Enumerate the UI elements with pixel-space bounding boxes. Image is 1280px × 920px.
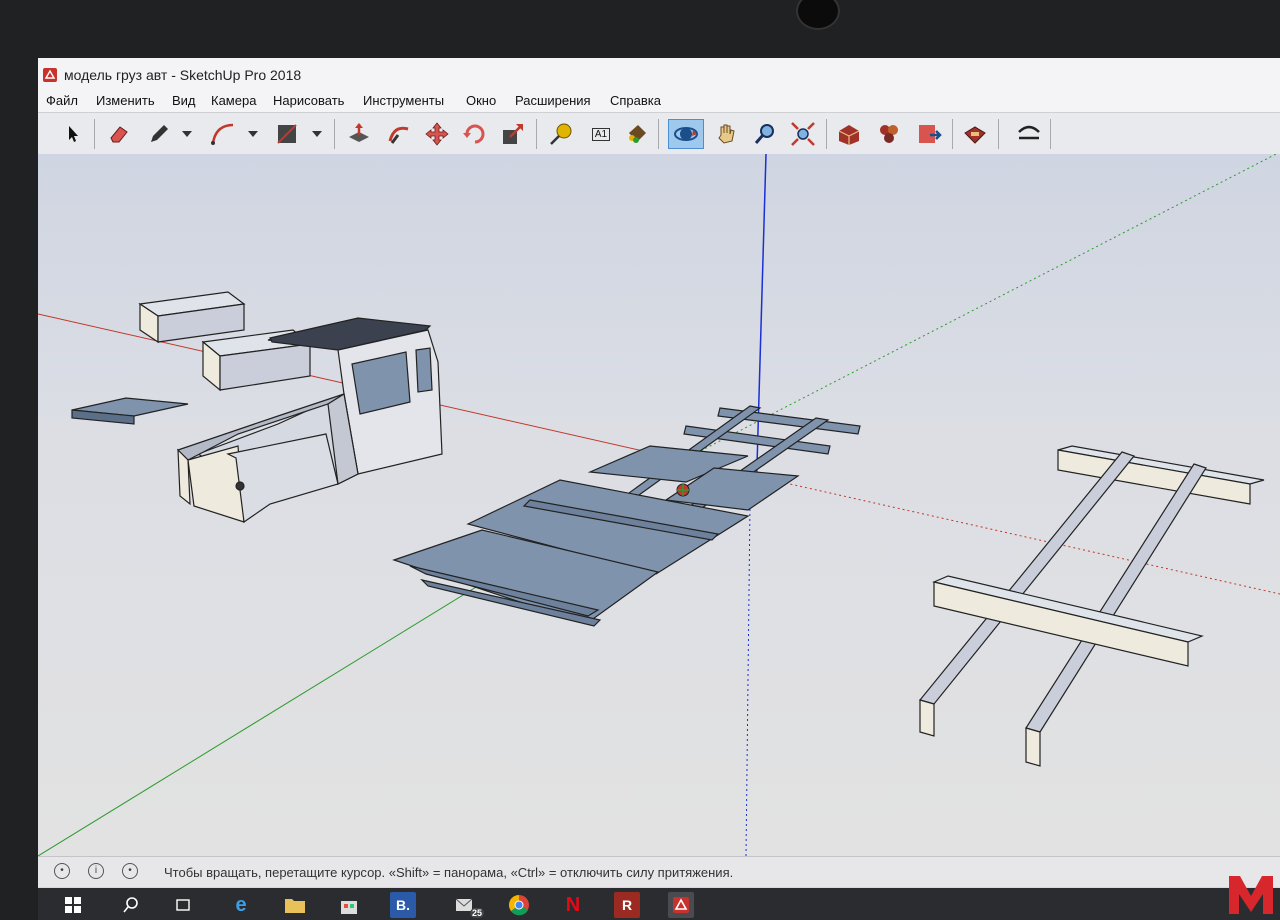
zoom-tool-button[interactable]: [750, 119, 780, 149]
task-view-icon[interactable]: [170, 892, 196, 918]
paint-bucket-tool-button[interactable]: [622, 119, 652, 149]
toolbar-separator: [94, 119, 95, 149]
status-bar: • i • Чтобы вращать, перетащите курсор. …: [38, 856, 1280, 887]
zoom-extents-tool-button[interactable]: [788, 119, 818, 149]
warehouse-icon: [838, 125, 860, 145]
screen: модель груз авт - SketchUp Pro 2018 Файл…: [38, 58, 1280, 888]
menu-camera[interactable]: Камера: [211, 93, 256, 108]
components-button[interactable]: [874, 119, 904, 149]
3d-warehouse-button[interactable]: [834, 119, 864, 149]
tape-measure-icon: [550, 123, 572, 145]
model-viewport[interactable]: [38, 154, 1280, 856]
tape-measure-tool-button[interactable]: [546, 119, 576, 149]
rotate-tool-button[interactable]: [460, 119, 490, 149]
info-icon[interactable]: i: [88, 863, 104, 879]
rotate-icon: [463, 124, 485, 144]
text-tool-label: A1: [591, 127, 611, 141]
move-icon: [425, 122, 449, 146]
toolbar-separator: [658, 119, 659, 149]
orbit-icon: [674, 127, 698, 141]
search-icon[interactable]: [118, 892, 144, 918]
windows-start-icon[interactable]: [60, 892, 86, 918]
pencil-icon: [151, 125, 168, 142]
toolbar-separator: [952, 119, 953, 149]
axis-origin-marker: [676, 483, 690, 497]
menu-tools[interactable]: Инструменты: [363, 93, 444, 108]
flat-plate-left: [71, 397, 189, 425]
zoom-magnifier-icon: [754, 124, 774, 144]
toolbar-separator: [826, 119, 827, 149]
sandbox-arc-icon: [1018, 125, 1040, 140]
extension-warehouse-icon: [964, 126, 986, 144]
file-explorer-icon[interactable]: [282, 892, 308, 918]
geo-location-icon[interactable]: •: [54, 863, 70, 879]
push-pull-tool-button[interactable]: [344, 119, 374, 149]
frame-3d-right: [918, 445, 1265, 767]
menu-file[interactable]: Файл: [46, 93, 78, 108]
scale-icon: [503, 124, 523, 144]
mail-app-icon[interactable]: 25: [448, 892, 484, 918]
box-left: [138, 291, 246, 344]
green-axis-dotted: [682, 154, 1278, 461]
orbit-tool-button[interactable]: [668, 119, 704, 149]
windows-taskbar: e B. 25 N R: [38, 888, 1280, 920]
arc-dropdown-chevron-icon[interactable]: [248, 131, 258, 137]
menu-window[interactable]: Окно: [466, 93, 496, 108]
pencil-tool-button[interactable]: [144, 119, 174, 149]
rectangle-icon: [277, 124, 297, 144]
eraser-icon: [110, 126, 128, 143]
follow-me-icon: [388, 126, 409, 144]
menu-view[interactable]: Вид: [172, 93, 196, 108]
select-arrow-icon: [69, 126, 78, 142]
toolbar-separator: [334, 119, 335, 149]
title-bar: модель груз авт - SketchUp Pro 2018: [38, 58, 1280, 92]
menu-draw[interactable]: Нарисовать: [273, 93, 344, 108]
shape-dropdown-chevron-icon[interactable]: [312, 131, 322, 137]
menu-edit[interactable]: Изменить: [96, 93, 155, 108]
blue-axis-dotted: [745, 503, 751, 856]
window-title: модель груз авт - SketchUp Pro 2018: [64, 67, 302, 83]
main-toolbar: A1: [38, 112, 1280, 156]
status-hint-text: Чтобы вращать, перетащите курсор. «Shift…: [164, 865, 734, 880]
menu-extensions[interactable]: Расширения: [515, 93, 591, 108]
rectangle-tool-button[interactable]: [272, 119, 302, 149]
paint-bucket-icon: [629, 125, 646, 143]
mail-badge: 25: [469, 908, 484, 918]
user-account-icon[interactable]: •: [122, 863, 138, 879]
push-pull-icon: [349, 123, 369, 142]
move-tool-button[interactable]: [422, 119, 452, 149]
menu-bar: Файл Изменить Вид Камера Нарисовать Инст…: [38, 90, 1280, 112]
chrome-icon[interactable]: [506, 892, 532, 918]
zoom-extents-icon: [791, 122, 815, 146]
scale-tool-button[interactable]: [498, 119, 528, 149]
send-to-layout-button[interactable]: [914, 119, 944, 149]
components-icon: [880, 125, 898, 143]
netflix-icon[interactable]: N: [560, 892, 586, 918]
store-icon[interactable]: [336, 892, 362, 918]
pan-tool-button[interactable]: [712, 119, 742, 149]
blue-axis-solid: [755, 154, 767, 501]
select-tool-button[interactable]: [58, 119, 88, 149]
app-b-icon[interactable]: B.: [390, 892, 416, 918]
sketchup-app-icon: [43, 68, 57, 82]
extension-warehouse-button[interactable]: [960, 119, 990, 149]
toolbar-separator: [536, 119, 537, 149]
scene-drawing: [38, 154, 1280, 856]
app-r-icon[interactable]: R: [614, 892, 640, 918]
arc-icon: [211, 123, 234, 145]
toolbar-separator: [998, 119, 999, 149]
pan-hand-icon: [718, 124, 735, 144]
layout-icon: [919, 125, 942, 143]
text-tool-button[interactable]: A1: [586, 119, 616, 149]
follow-me-tool-button[interactable]: [384, 119, 414, 149]
eraser-tool-button[interactable]: [104, 119, 134, 149]
arc-tool-button[interactable]: [208, 119, 238, 149]
edge-browser-icon[interactable]: e: [228, 892, 254, 918]
toolbar-separator: [1050, 119, 1051, 149]
menu-help[interactable]: Справка: [610, 93, 661, 108]
sandbox-tool-button[interactable]: [1014, 119, 1044, 149]
brand-watermark-logo: [1229, 876, 1273, 914]
sketchup-taskbar-icon[interactable]: [668, 892, 694, 918]
pencil-dropdown-chevron-icon[interactable]: [182, 131, 192, 137]
